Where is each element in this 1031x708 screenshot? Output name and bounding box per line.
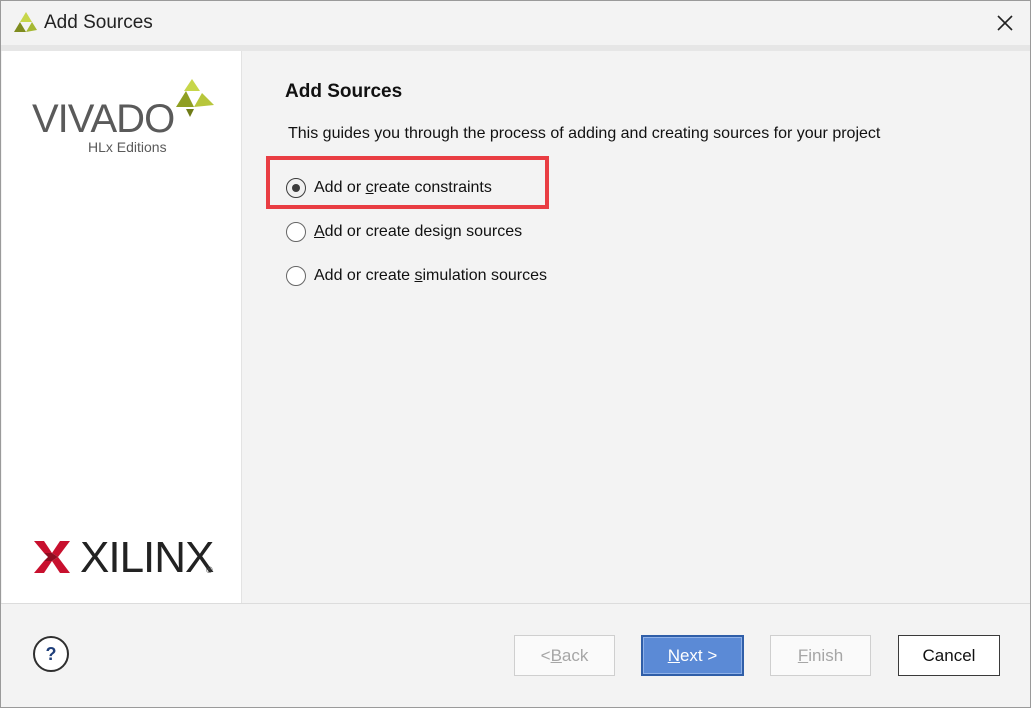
back-button[interactable]: < Back xyxy=(514,635,615,676)
page-title: Add Sources xyxy=(285,81,403,102)
option-add-design-sources[interactable]: Add or create design sources xyxy=(286,219,522,245)
close-button[interactable] xyxy=(988,7,1022,39)
help-button[interactable]: ? xyxy=(33,636,69,672)
option-label: Add or create design sources xyxy=(314,223,523,240)
close-icon xyxy=(997,15,1013,31)
help-icon: ? xyxy=(45,643,57,664)
page-description: This guides you through the process of a… xyxy=(288,125,881,142)
window-title: Add Sources xyxy=(44,12,153,33)
xilinx-wordmark: XILINX xyxy=(80,533,214,582)
cancel-button[interactable]: Cancel xyxy=(898,635,1000,676)
selection-highlight-box xyxy=(266,156,549,209)
dialog-footer: ? < Back Next > Finish Cancel xyxy=(1,604,1030,707)
vivado-triangles-icon xyxy=(176,79,214,117)
finish-button[interactable]: Finish xyxy=(770,635,871,676)
wizard-content: Add Sources This guides you through the … xyxy=(242,51,1030,603)
xilinx-mark-icon xyxy=(34,541,70,573)
option-add-simulation-sources[interactable]: Add or create simulation sources xyxy=(286,263,547,289)
vivado-edition-label: HLx Editions xyxy=(88,139,167,155)
registered-mark: ® xyxy=(206,565,213,575)
title-bar: Add Sources xyxy=(1,1,1030,45)
vivado-wordmark: VIVADO xyxy=(32,97,175,141)
add-sources-dialog: Add Sources VIVADO HLx Editions XILINX ®… xyxy=(0,0,1031,708)
vivado-app-icon xyxy=(14,12,37,32)
radio-button[interactable] xyxy=(286,266,306,286)
radio-button[interactable] xyxy=(286,222,306,242)
brand-sidebar: VIVADO HLx Editions XILINX ® xyxy=(2,51,241,603)
next-button[interactable]: Next > xyxy=(641,635,744,676)
option-label: Add or create simulation sources xyxy=(314,267,547,284)
xilinx-logo: XILINX ® xyxy=(32,531,222,582)
vivado-logo: VIVADO HLx Editions xyxy=(32,79,222,159)
